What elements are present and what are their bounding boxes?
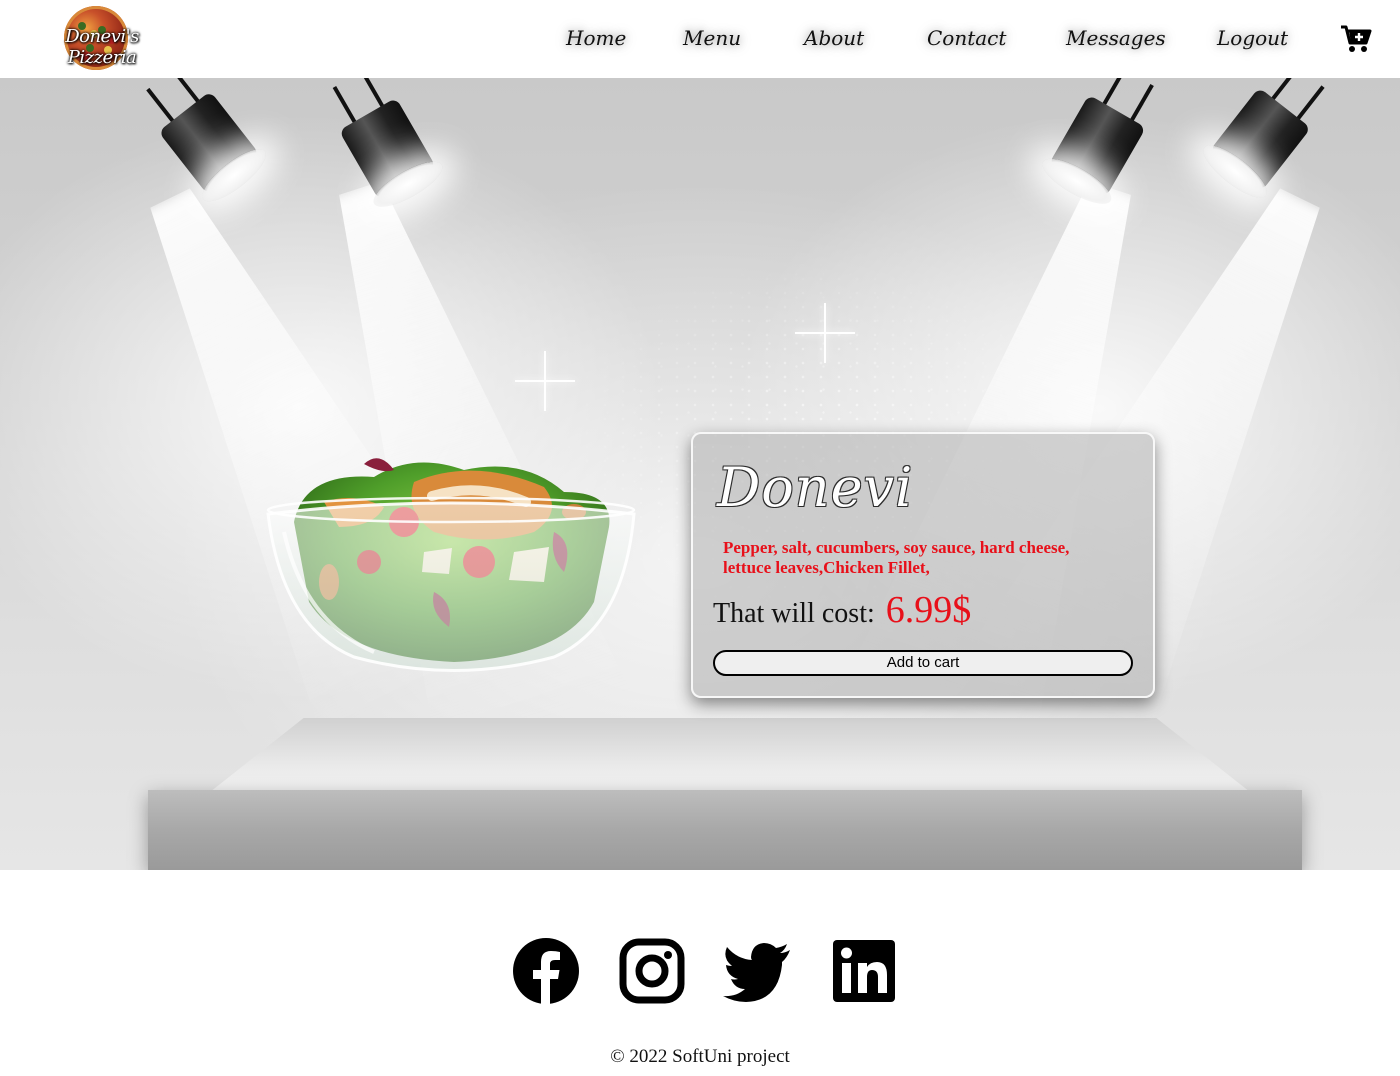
stage-platform-top — [210, 718, 1250, 792]
product-price: 6.99$ — [885, 589, 972, 631]
stage-platform-front — [148, 790, 1302, 870]
nav-menu[interactable]: Menu — [683, 26, 741, 50]
product-name: Donevi — [717, 456, 914, 519]
cart-plus-icon[interactable] — [1340, 24, 1372, 54]
salad-bowl-image — [264, 452, 638, 674]
product-card: Donevi Pepper, salt, cucumbers, soy sauc… — [691, 432, 1155, 698]
spotlight-icon — [123, 78, 294, 227]
navbar: Donevi's Pizzeria Home Menu About Contac… — [0, 0, 1400, 78]
spotlight-icon — [307, 78, 469, 233]
twitter-icon[interactable] — [722, 936, 792, 1006]
cost-label: That will cost: — [713, 598, 875, 629]
linkedin-icon[interactable] — [829, 936, 899, 1006]
copyright-text: © 2022 SoftUni project — [610, 1046, 790, 1067]
add-to-cart-button[interactable]: Add to cart — [713, 650, 1133, 676]
instagram-icon[interactable] — [617, 936, 687, 1006]
product-cost: That will cost: 6.99$ — [713, 588, 971, 632]
nav-logout[interactable]: Logout — [1217, 26, 1288, 50]
main-nav: Home Menu About Contact Messages Logout — [0, 0, 1400, 78]
nav-contact[interactable]: Contact — [927, 26, 1006, 50]
product-ingredients: Pepper, salt, cucumbers, soy sauce, hard… — [723, 538, 1070, 577]
sparkle-icon — [540, 376, 550, 386]
nav-messages[interactable]: Messages — [1066, 26, 1166, 50]
nav-home[interactable]: Home — [566, 26, 626, 50]
hero-stage: Donevi Pepper, salt, cucumbers, soy sauc… — [0, 78, 1400, 870]
nav-about[interactable]: About — [804, 26, 864, 50]
sparkle-icon — [820, 328, 830, 338]
footer: © 2022 SoftUni project — [0, 870, 1400, 1076]
spotlight-icon — [1180, 78, 1351, 227]
facebook-icon[interactable] — [511, 936, 581, 1006]
spotlight-icon — [1022, 78, 1184, 233]
